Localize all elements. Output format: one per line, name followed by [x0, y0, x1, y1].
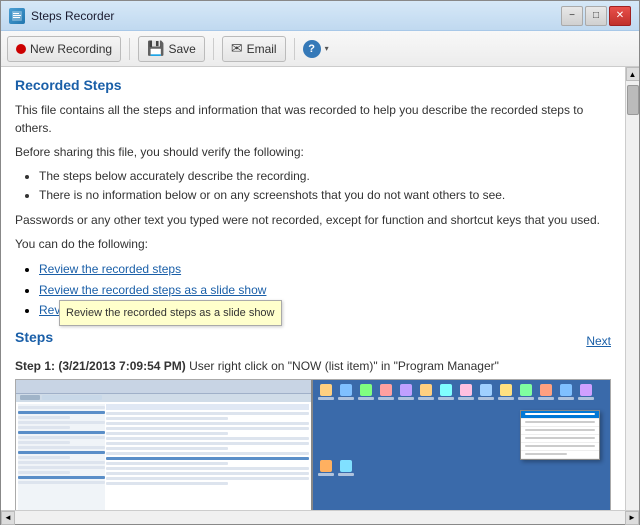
step-1-title: Step 1: (3/21/2013 7:09:54 PM) User righ… — [15, 359, 611, 373]
save-button[interactable]: 💾 Save — [138, 36, 205, 62]
help-dropdown-arrow[interactable]: ▾ — [325, 44, 329, 53]
list-item-review-steps: Review the recorded steps — [39, 259, 611, 279]
toolbar: New Recording 💾 Save ✉ Email ? ▾ — [1, 31, 639, 67]
steps-section-title: Steps — [15, 329, 53, 345]
intro-line2: Before sharing this file, you should ver… — [15, 143, 611, 161]
intro-line1: This file contains all the steps and inf… — [15, 101, 611, 137]
close-button[interactable]: ✕ — [609, 6, 631, 26]
verify-bullet-1: The steps below accurately describe the … — [39, 167, 611, 186]
screenshot-right: groovyPost.com — [313, 380, 610, 510]
step-1-label: Step 1: (3/21/2013 7:09:54 PM) — [15, 359, 186, 373]
recorded-steps-title: Recorded Steps — [15, 77, 611, 93]
content-area: Recorded Steps This file contains all th… — [1, 67, 639, 510]
scroll-right-arrow[interactable]: ► — [625, 511, 639, 525]
save-label: Save — [168, 42, 195, 56]
next-link[interactable]: Next — [586, 334, 611, 348]
window-title: Steps Recorder — [31, 9, 114, 23]
email-label: Email — [247, 42, 277, 56]
title-bar: Steps Recorder − □ ✕ — [1, 1, 639, 31]
screenshot-left — [16, 380, 313, 510]
steps-section: Steps Next Step 1: (3/21/2013 7:09:54 PM… — [15, 329, 611, 510]
scroll-up-arrow[interactable]: ▲ — [626, 67, 640, 81]
save-icon: 💾 — [147, 40, 164, 57]
email-icon: ✉ — [231, 40, 243, 57]
slideshow-tooltip: Review the recorded steps as a slide sho… — [59, 300, 282, 327]
password-note: Passwords or any other text you typed we… — [15, 211, 611, 229]
toolbar-separator-1 — [129, 38, 130, 60]
email-button[interactable]: ✉ Email — [222, 36, 286, 62]
toolbar-separator-3 — [294, 38, 295, 60]
right-scrollbar: ▲ — [625, 67, 639, 510]
new-recording-label: New Recording — [30, 42, 112, 56]
title-bar-controls: − □ ✕ — [561, 6, 631, 26]
scroll-left-arrow[interactable]: ◄ — [1, 511, 15, 525]
bottom-scrollbar: ◄ ► — [1, 510, 639, 524]
new-recording-button[interactable]: New Recording — [7, 36, 121, 62]
can-do-label: You can do the following: — [15, 235, 611, 253]
record-dot-icon — [16, 44, 26, 54]
main-content: Recorded Steps This file contains all th… — [1, 67, 625, 510]
scroll-h-track — [15, 511, 625, 524]
restore-button[interactable]: □ — [585, 6, 607, 26]
help-button[interactable]: ? — [303, 40, 321, 58]
action-links-list: Review the recorded steps Review the rec… — [15, 259, 611, 320]
review-slideshow-link[interactable]: Review the recorded steps as a slide sho… — [39, 283, 266, 297]
review-steps-link[interactable]: Review the recorded steps — [39, 262, 181, 276]
step-1-screenshot: groovyPost.com — [15, 379, 611, 510]
steps-header-row: Steps Next — [15, 329, 611, 353]
verify-bullets-list: The steps below accurately describe the … — [15, 167, 611, 205]
step-1-action: User right click on "NOW (list item)" in… — [189, 359, 499, 373]
title-bar-left: Steps Recorder — [9, 8, 114, 24]
verify-bullet-2: There is no information below or on any … — [39, 186, 611, 205]
context-menu — [520, 410, 600, 460]
app-icon — [9, 8, 25, 24]
minimize-button[interactable]: − — [561, 6, 583, 26]
scroll-thumb[interactable] — [627, 85, 639, 115]
step-1-entry: Step 1: (3/21/2013 7:09:54 PM) User righ… — [15, 359, 611, 510]
toolbar-separator-2 — [213, 38, 214, 60]
main-window: Steps Recorder − □ ✕ New Recording 💾 Sav… — [0, 0, 640, 525]
list-item-review-slideshow: Review the recorded steps as a slide sho… — [39, 280, 611, 300]
